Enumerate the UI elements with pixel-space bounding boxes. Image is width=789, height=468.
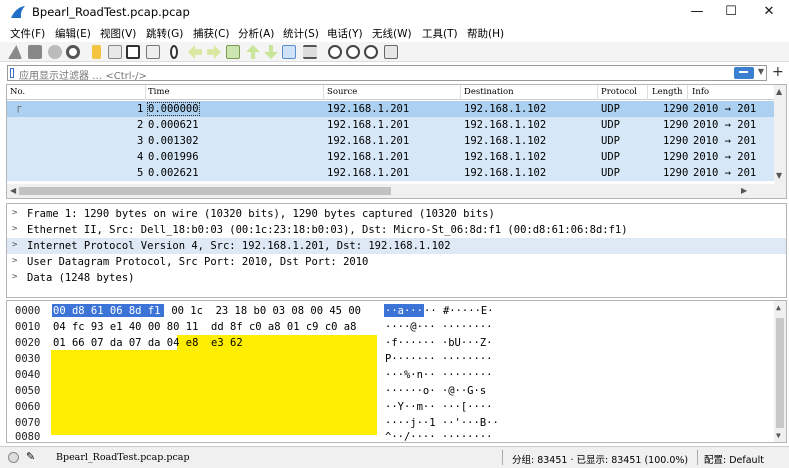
zoom-in-icon[interactable]	[328, 45, 342, 59]
find-packet-icon[interactable]	[170, 45, 178, 59]
detail-row-frame[interactable]: > Frame 1: 1290 bytes on wire (10320 bit…	[7, 206, 786, 222]
resize-columns-icon[interactable]	[384, 45, 398, 59]
packet-row[interactable]: ┌ 1 0.000000 192.168.1.201 192.168.1.102…	[7, 101, 774, 117]
open-file-icon[interactable]	[92, 45, 101, 59]
expand-chevron-icon[interactable]: >	[12, 272, 17, 282]
menu-view[interactable]: 视图(V)	[100, 26, 136, 41]
packet-list-header: No. Time Source Destination Protocol Len…	[7, 85, 774, 100]
bytes-line[interactable]: 0010 04 fc 93 e1 40 00 80 11 dd 8f c0 a8…	[7, 319, 492, 335]
filter-placeholder: 应用显示过滤器 … <Ctrl-/>	[19, 71, 147, 82]
bytes-line[interactable]: 0080 ^··/···· ········	[7, 429, 492, 445]
detail-row-ipv4[interactable]: > Internet Protocol Version 4, Src: 192.…	[7, 238, 786, 254]
data-highlight	[51, 350, 377, 435]
column-source[interactable]: Source	[327, 87, 357, 97]
first-packet-icon[interactable]	[246, 45, 260, 59]
bytes-line[interactable]: 0050 ······o· ·@··G·s	[7, 383, 486, 399]
menu-capture[interactable]: 捕获(C)	[193, 26, 230, 41]
scroll-right-icon[interactable]: ▶	[741, 186, 747, 195]
detail-row-ethernet[interactable]: > Ethernet II, Src: Dell_18:b0:03 (00:1c…	[7, 222, 786, 238]
scroll-up-icon[interactable]: ▲	[776, 303, 781, 312]
scroll-down-icon[interactable]: ▼	[776, 431, 781, 440]
apply-filter-arrow-icon[interactable]	[734, 67, 754, 79]
status-file-name: Bpearl_RoadTest.pcap.pcap	[56, 452, 190, 463]
main-toolbar	[0, 42, 789, 62]
save-file-icon[interactable]	[108, 45, 122, 59]
filter-dropdown-chevron-icon[interactable]: ▼	[758, 67, 764, 76]
last-packet-icon[interactable]	[264, 45, 278, 59]
column-length[interactable]: Length	[652, 87, 682, 97]
go-forward-icon[interactable]	[207, 45, 221, 59]
go-back-icon[interactable]	[188, 45, 202, 59]
restart-capture-icon[interactable]	[48, 45, 62, 59]
menu-statistics[interactable]: 统计(S)	[283, 26, 319, 41]
menu-go[interactable]: 跳转(G)	[146, 26, 183, 41]
column-info[interactable]: Info	[692, 87, 709, 97]
column-protocol[interactable]: Protocol	[601, 87, 637, 97]
status-profile[interactable]: 配置: Default	[704, 452, 764, 466]
scroll-left-icon[interactable]: ◀	[10, 186, 16, 195]
menu-telephony[interactable]: 电话(Y)	[327, 26, 363, 41]
window-title: Bpearl_RoadTest.pcap.pcap	[32, 5, 190, 19]
menu-wireless[interactable]: 无线(W)	[372, 26, 412, 41]
menu-file[interactable]: 文件(F)	[10, 26, 45, 41]
packet-list-vertical-scrollbar[interactable]: ▲ ▼	[774, 85, 786, 198]
expand-chevron-icon[interactable]: >	[12, 208, 17, 218]
add-filter-button[interactable]: +	[772, 64, 784, 80]
column-no[interactable]: No.	[10, 87, 25, 97]
colorize-icon[interactable]	[303, 45, 317, 59]
expert-info-icon[interactable]	[8, 452, 19, 463]
column-destination[interactable]: Destination	[464, 87, 514, 97]
status-packet-stats: 分组: 83451 · 已显示: 83451 (100.0%)	[512, 455, 689, 466]
detail-row-udp[interactable]: > User Datagram Protocol, Src Port: 2010…	[7, 254, 786, 270]
zoom-out-icon[interactable]	[346, 45, 360, 59]
menu-bar: 文件(F) 编辑(E) 视图(V) 跳转(G) 捕获(C) 分析(A) 统计(S…	[0, 24, 789, 42]
packet-list-horizontal-scrollbar[interactable]: ◀ ▶	[7, 184, 774, 198]
go-to-packet-icon[interactable]	[226, 45, 240, 59]
title-bar: Bpearl_RoadTest.pcap.pcap — ☐ ✕	[0, 0, 789, 24]
packet-row[interactable]: 4 0.001996 192.168.1.201 192.168.1.102 U…	[7, 149, 774, 165]
packet-row[interactable]: 3 0.001302 192.168.1.201 192.168.1.102 U…	[7, 133, 774, 149]
bookmark-icon[interactable]	[10, 68, 14, 78]
bytes-line[interactable]: 0040 ···%·n·· ········	[7, 367, 492, 383]
menu-analyze[interactable]: 分析(A)	[238, 26, 274, 41]
stop-capture-icon[interactable]	[28, 45, 42, 59]
scroll-down-icon[interactable]: ▼	[776, 171, 782, 180]
bytes-line[interactable]: 0060 ··Y··m·· ···[····	[7, 399, 492, 415]
zoom-reset-icon[interactable]	[364, 45, 378, 59]
wireshark-fin-icon	[11, 6, 25, 18]
column-time[interactable]: Time	[148, 87, 169, 97]
maximize-button[interactable]: ☐	[714, 0, 748, 24]
menu-edit[interactable]: 编辑(E)	[55, 26, 91, 41]
bytes-line[interactable]: 0020 01 66 07 da 07 da 04 e8 e3 62 ·f···…	[7, 335, 492, 351]
packet-list: No. Time Source Destination Protocol Len…	[6, 84, 787, 199]
expand-chevron-icon[interactable]: >	[12, 256, 17, 266]
bytes-line[interactable]: 0030 P······· ········	[7, 351, 492, 367]
menu-tools[interactable]: 工具(T)	[422, 26, 458, 41]
scrollbar-thumb[interactable]	[776, 318, 784, 428]
bytes-line[interactable]: 0000 00 d8 61 06 8d f1 00 1c 23 18 b0 03…	[7, 303, 494, 319]
menu-help[interactable]: 帮助(H)	[467, 26, 504, 41]
scroll-up-icon[interactable]: ▲	[776, 87, 782, 96]
autoscroll-icon[interactable]	[282, 45, 296, 59]
edit-comment-icon[interactable]: ✎	[26, 450, 35, 463]
start-capture-icon[interactable]	[8, 45, 22, 59]
reload-file-icon[interactable]	[146, 45, 160, 59]
expand-chevron-icon[interactable]: >	[12, 224, 17, 234]
minimize-button[interactable]: —	[680, 0, 714, 24]
close-button[interactable]: ✕	[752, 0, 786, 24]
detail-row-data[interactable]: > Data (1248 bytes)	[7, 270, 786, 286]
packet-row[interactable]: 2 0.000621 192.168.1.201 192.168.1.102 U…	[7, 117, 774, 133]
bytes-vertical-scrollbar[interactable]: ▲ ▼	[774, 301, 786, 442]
packet-details: > Frame 1: 1290 bytes on wire (10320 bit…	[6, 203, 787, 298]
packet-bytes: 0000 00 d8 61 06 8d f1 00 1c 23 18 b0 03…	[6, 300, 787, 443]
capture-options-icon[interactable]	[66, 45, 80, 59]
status-bar: ✎ Bpearl_RoadTest.pcap.pcap 分组: 83451 · …	[0, 446, 789, 468]
close-file-icon[interactable]	[126, 45, 140, 59]
scrollbar-thumb[interactable]	[19, 187, 391, 195]
display-filter-input[interactable]: 应用显示过滤器 … <Ctrl-/> ▼	[7, 65, 767, 82]
packet-row[interactable]: 5 0.002621 192.168.1.201 192.168.1.102 U…	[7, 165, 774, 181]
expand-chevron-icon[interactable]: >	[12, 240, 17, 250]
